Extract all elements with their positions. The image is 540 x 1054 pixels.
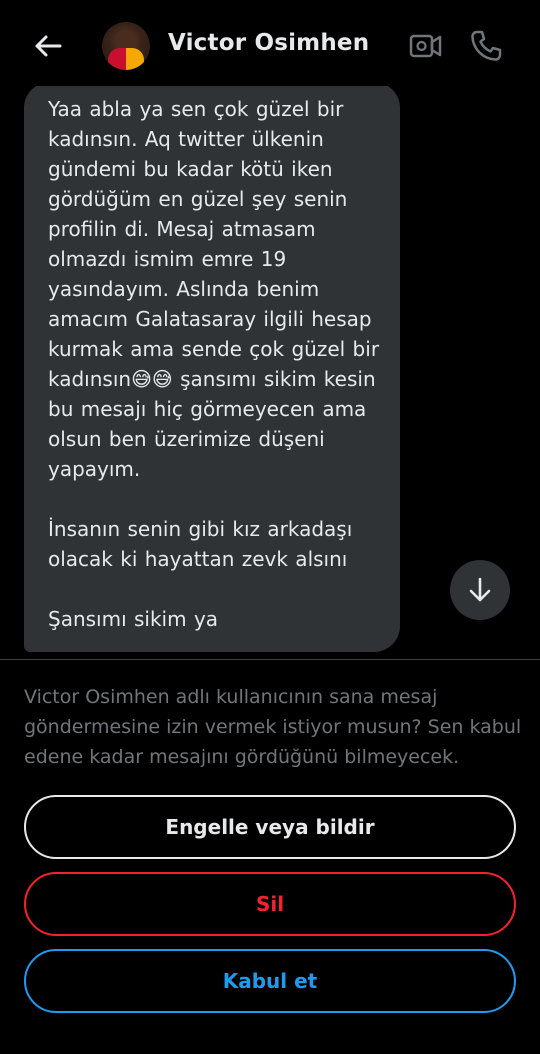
accept-button[interactable]: Kabul et [24, 949, 516, 1013]
avatar[interactable] [102, 22, 150, 70]
avatar-head [117, 30, 135, 50]
video-camera-icon [409, 34, 442, 58]
message-bubble[interactable]: Yaa abla ya sen çok güzel bir kadınsın. … [24, 86, 400, 652]
contact-name[interactable]: Victor Osimhen [168, 30, 369, 56]
message-paragraph: Şansımı sikim ya [48, 607, 219, 631]
block-or-report-button[interactable]: Engelle veya bildir [24, 795, 516, 859]
phone-icon [471, 30, 502, 61]
message-request-prompt: Victor Osimhen adlı kullanıcının sana me… [24, 686, 522, 768]
back-button[interactable] [28, 28, 68, 64]
arrow-left-icon [35, 35, 62, 57]
message-paragraph: Yaa abla ya sen çok güzel bir kadınsın. … [48, 97, 387, 481]
divider [0, 659, 540, 660]
avatar-jersey [108, 48, 144, 70]
voice-call-button[interactable] [468, 28, 504, 64]
scroll-down-button[interactable] [450, 560, 510, 620]
video-call-button[interactable] [408, 30, 444, 62]
chat-header: Victor Osimhen [0, 0, 540, 92]
arrow-down-icon [469, 577, 491, 602]
delete-button[interactable]: Sil [24, 872, 516, 936]
chat-area[interactable]: Yaa abla ya sen çok güzel bir kadınsın. … [0, 86, 540, 658]
message-paragraph: İnsanın senin gibi kız arkadaşı olacak k… [48, 517, 360, 571]
